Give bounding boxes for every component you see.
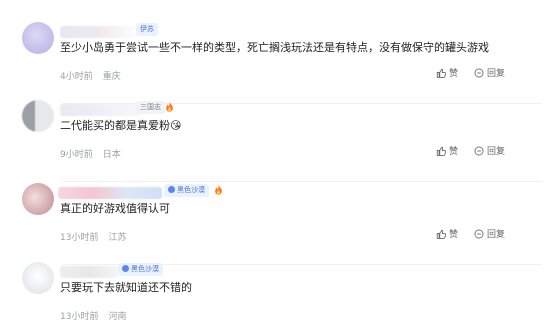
- game-tag[interactable]: 黑色沙漠: [164, 184, 209, 197]
- reply-label: 回复: [487, 230, 506, 240]
- comment-meta: 13小时前 江苏: [60, 230, 126, 243]
- username[interactable]: [58, 187, 162, 199]
- avatar[interactable]: [22, 183, 54, 215]
- divider: [62, 181, 542, 182]
- emoji: 😘: [170, 119, 182, 132]
- comment-text: 至少小岛勇于尝试一些不一样的类型，死亡搁浅玩法还是有特点，没有做保守的罐头游戏: [60, 41, 489, 54]
- reply-button[interactable]: 回复: [474, 144, 505, 157]
- like-button[interactable]: 赞: [436, 66, 458, 79]
- thumbs-up-icon: [436, 68, 446, 78]
- like-button[interactable]: 赞: [436, 144, 458, 157]
- location: 江苏: [108, 233, 127, 243]
- game-tag-label: 三国志: [140, 103, 161, 111]
- thumbs-up-icon: [436, 146, 446, 156]
- badge-dot-icon: [122, 265, 129, 272]
- comment-text: 真正的好游戏值得认可: [60, 202, 170, 215]
- timestamp: 4小时前: [60, 72, 93, 82]
- reply-button[interactable]: 回复: [474, 227, 505, 240]
- location: 日本: [102, 150, 121, 160]
- comment-item: 三国志 二代能买的都是真爱粉😘 9小时前 日本 赞 回复: [0, 100, 550, 182]
- timestamp: 9小时前: [60, 150, 93, 160]
- comment-text-body: 二代能买的都是真爱粉: [60, 119, 170, 132]
- username[interactable]: [60, 104, 140, 116]
- like-label: 赞: [449, 69, 459, 79]
- comment-meta: 9小时前 日本: [60, 147, 121, 160]
- reply-icon: [474, 146, 484, 155]
- location: 河南: [108, 312, 127, 322]
- game-tag[interactable]: 伊苏: [136, 23, 158, 36]
- reply-icon: [474, 229, 484, 238]
- avatar[interactable]: [22, 22, 54, 54]
- thumbs-up-icon: [436, 229, 446, 239]
- comment-item: 黑色沙漠 只要玩下去就知道还不错的 13小时前 河南: [0, 262, 550, 330]
- like-label: 赞: [449, 230, 459, 240]
- fire-badge-icon: [215, 184, 222, 195]
- username[interactable]: [60, 26, 140, 38]
- comment-text: 二代能买的都是真爱粉😘: [60, 117, 181, 133]
- comment-text: 只要玩下去就知道还不错的: [60, 281, 192, 294]
- reply-label: 回复: [487, 147, 506, 157]
- location: 重庆: [102, 72, 121, 82]
- game-tag-label: 黑色沙漠: [177, 186, 205, 194]
- reply-button[interactable]: 回复: [474, 66, 505, 79]
- game-tag-label: 伊苏: [140, 25, 154, 33]
- comment-item: 黑色沙漠 真正的好游戏值得认可 13小时前 江苏 赞 回复: [0, 183, 550, 265]
- game-tag[interactable]: 黑色沙漠: [118, 263, 163, 276]
- username[interactable]: [60, 266, 118, 278]
- fire-badge-icon: [166, 101, 173, 112]
- game-tag[interactable]: 三国志: [136, 101, 165, 114]
- timestamp: 13小时前: [60, 312, 99, 322]
- game-tag-label: 黑色沙漠: [131, 265, 159, 273]
- reply-label: 回复: [487, 69, 506, 79]
- like-button[interactable]: 赞: [436, 227, 458, 240]
- comment-item: 伊苏 至少小岛勇于尝试一些不一样的类型，死亡搁浅玩法还是有特点，没有做保守的罐头…: [0, 22, 550, 104]
- like-label: 赞: [449, 147, 459, 157]
- comment-meta: 4小时前 重庆: [60, 69, 121, 82]
- avatar[interactable]: [22, 100, 54, 132]
- badge-dot-icon: [168, 186, 175, 193]
- comment-meta: 13小时前 河南: [60, 309, 126, 322]
- avatar[interactable]: [22, 262, 54, 294]
- timestamp: 13小时前: [60, 233, 99, 243]
- reply-icon: [474, 68, 484, 77]
